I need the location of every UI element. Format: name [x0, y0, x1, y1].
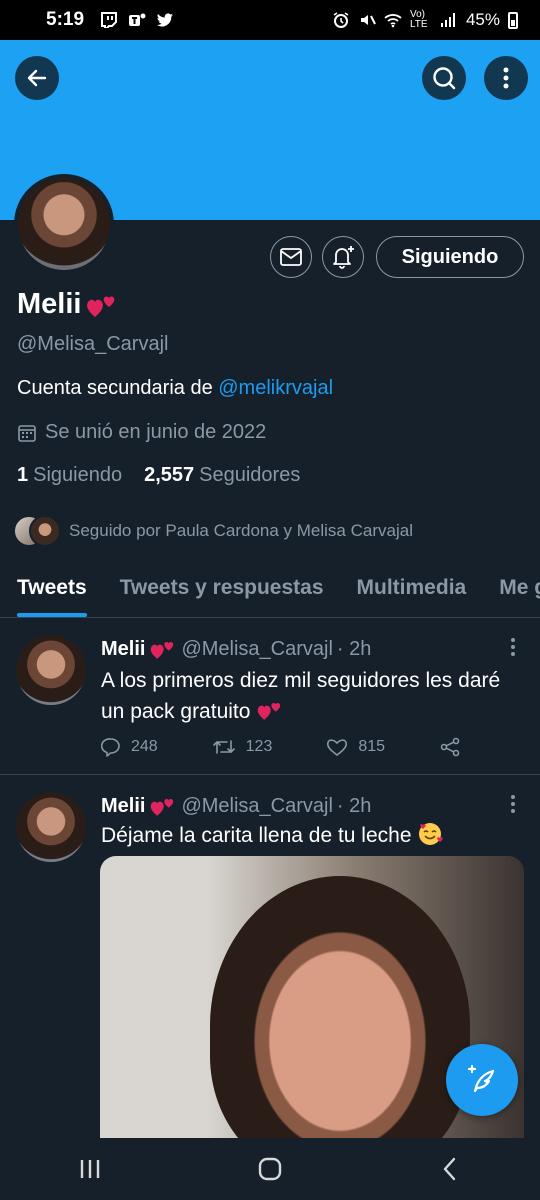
following-stat[interactable]: 1 Siguiendo	[17, 464, 122, 487]
two-hearts-icon	[151, 799, 174, 816]
battery-icon	[508, 11, 518, 29]
tweet-text: A los primeros diez mil seguidores les d…	[101, 665, 511, 727]
reply-icon	[101, 738, 120, 757]
mute-icon	[360, 15, 376, 25]
following-button[interactable]: Siguiendo	[376, 236, 524, 278]
followers-count: 2,557	[144, 464, 195, 486]
tab-tweets-replies[interactable]: Tweets y respuestas	[120, 568, 324, 617]
bio-text: Cuenta secundaria de	[17, 377, 219, 399]
battery-percent: 45%	[465, 10, 500, 29]
twitch-icon	[101, 12, 118, 28]
tweet-author-name: Melii	[101, 637, 146, 660]
system-nav-bar	[0, 1138, 540, 1200]
arrow-left-icon	[27, 69, 47, 87]
search-button[interactable]	[422, 56, 466, 100]
notifications-button[interactable]	[322, 236, 364, 278]
compose-tweet-icon	[467, 1064, 495, 1093]
status-time: 5:19	[46, 9, 85, 30]
tweet-text-content: A los primeros diez mil seguidores les d…	[101, 669, 501, 723]
tweet-author-handle: @Melisa_Carvajl	[181, 794, 333, 817]
network-label: Vo) LTE	[409, 9, 428, 30]
tweet-avatar[interactable]	[16, 635, 86, 705]
join-date: Se unió en junio de 2022	[17, 421, 266, 444]
wifi-icon	[384, 14, 402, 28]
tweet-more-icon[interactable]	[506, 794, 520, 814]
following-count: 1	[17, 464, 29, 486]
tweet-author-handle: @Melisa_Carvajl	[181, 637, 333, 660]
tweet-time: · 2h	[336, 637, 372, 660]
two-hearts-icon	[151, 642, 174, 659]
message-button[interactable]	[270, 236, 312, 278]
following-label: Siguiendo	[33, 464, 123, 486]
smiling-face-with-hearts-icon	[419, 823, 444, 845]
tweet-header: Melii @Melisa_Carvajl · 2h	[101, 637, 371, 661]
tweet-text: Déjame la carita llena de tu leche	[101, 820, 511, 851]
profile-display-name: Melii	[17, 288, 119, 321]
tweet-text-content: Déjame la carita llena de tu leche	[101, 824, 412, 847]
tweet-header: Melii @Melisa_Carvajl · 2h	[101, 794, 371, 818]
retweet-button[interactable]: 123	[212, 737, 273, 757]
two-hearts-icon	[258, 703, 281, 720]
tweet[interactable]: Melii @Melisa_Carvajl · 2h A los primero…	[0, 619, 540, 775]
profile-handle: @Melisa_Carvajl	[17, 333, 169, 355]
follow-stats: 1 Siguiendo 2,557 Seguidores	[17, 464, 300, 487]
home-icon[interactable]	[257, 1156, 283, 1182]
share-icon	[440, 737, 460, 757]
share-button[interactable]	[439, 737, 461, 757]
tab-likes[interactable]: Me gusta	[499, 568, 540, 617]
display-name-text: Melii	[17, 288, 82, 320]
compose-tweet-button[interactable]	[446, 1044, 518, 1116]
profile-avatar[interactable]	[14, 174, 114, 274]
tweet-avatar[interactable]	[16, 792, 86, 862]
tweet-actions: 248 123 815	[101, 737, 461, 757]
tweet-author-name: Melii	[101, 794, 146, 817]
retweet-count: 123	[245, 738, 273, 755]
bio-mention-link[interactable]: @melikrvajal	[218, 377, 333, 399]
tweet-more-icon[interactable]	[506, 637, 520, 657]
back-button[interactable]	[15, 56, 59, 100]
recent-apps-icon[interactable]	[77, 1157, 103, 1181]
profile-bio: Cuenta secundaria de @melikrvajal	[17, 377, 333, 400]
teams-icon	[129, 13, 146, 26]
status-bar: 5:19 Vo) LTE 45%	[0, 0, 540, 40]
followers-label: Seguidores	[199, 464, 301, 486]
more-vertical-icon	[503, 67, 509, 89]
join-date-text: Se unió en junio de 2022	[45, 421, 267, 443]
like-count: 815	[358, 738, 386, 755]
followed-by[interactable]: Seguido por Paula Cardona y Melisa Carva…	[13, 515, 413, 547]
heart-icon	[327, 739, 348, 756]
reply-count: 248	[131, 738, 158, 755]
avatar	[29, 515, 61, 547]
search-icon	[433, 67, 456, 90]
two-hearts-icon	[87, 296, 115, 317]
followers-stat[interactable]: 2,557 Seguidores	[144, 464, 300, 487]
reply-button[interactable]: 248	[101, 737, 158, 757]
signal-icon	[440, 13, 455, 27]
media-photo-subject	[210, 876, 470, 1140]
like-button[interactable]: 815	[326, 737, 385, 757]
twitter-status-icon	[157, 13, 174, 27]
retweet-icon	[212, 740, 235, 754]
tab-media[interactable]: Multimedia	[357, 568, 467, 617]
bell-plus-icon	[333, 246, 354, 269]
followed-by-avatars	[13, 515, 61, 547]
followed-by-text: Seguido por Paula Cardona y Melisa Carva…	[69, 521, 413, 540]
calendar-icon	[18, 424, 36, 442]
profile-tabs: Tweets Tweets y respuestas Multimedia Me…	[0, 568, 540, 618]
mail-icon	[280, 248, 302, 266]
back-nav-icon[interactable]	[437, 1156, 463, 1182]
more-options-button[interactable]	[484, 56, 528, 100]
tab-tweets[interactable]: Tweets	[17, 568, 87, 617]
tweet-time: · 2h	[336, 794, 372, 817]
alarm-icon	[333, 12, 349, 28]
